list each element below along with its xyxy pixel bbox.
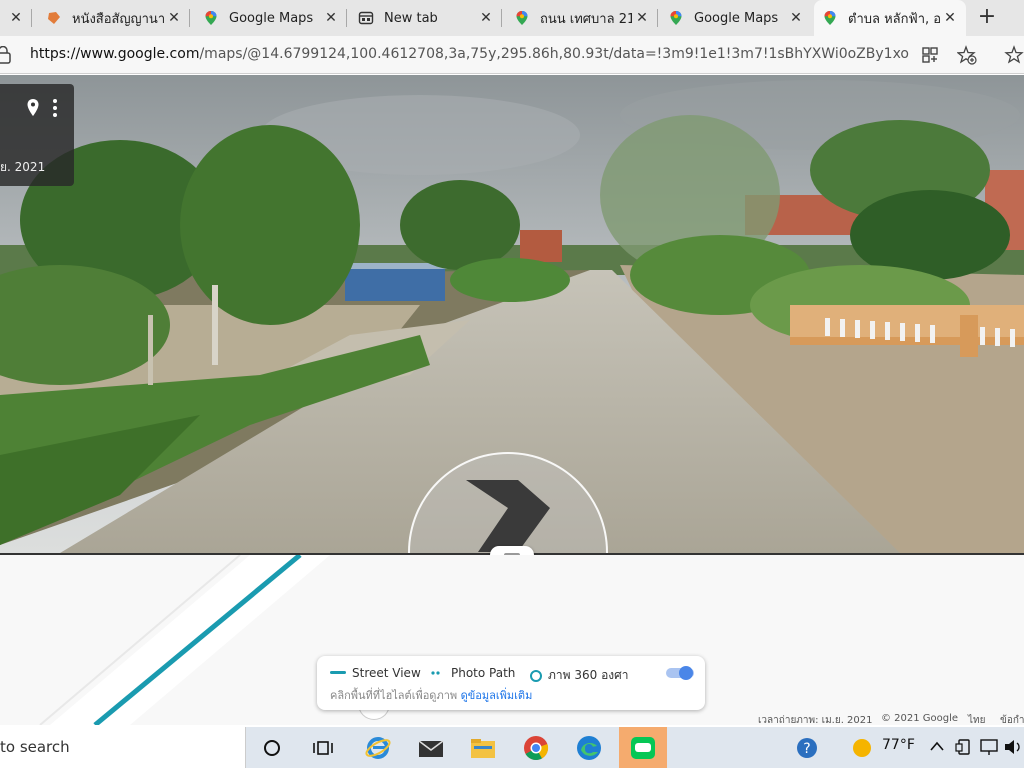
tab-partial[interactable]: ✕ [0, 0, 32, 36]
more-options-icon[interactable] [52, 98, 58, 118]
favorite-star-icon[interactable] [957, 45, 977, 65]
tab-active-location[interactable]: ตำบล หลักฟ้า, อ ✕ [814, 0, 966, 36]
tab-new-tab[interactable]: New tab ✕ [350, 0, 502, 36]
line-app-button[interactable] [619, 727, 667, 768]
legend-photo-path: Photo Path [431, 666, 515, 680]
circle-outline-icon [530, 669, 542, 682]
help-icon[interactable]: ? [796, 737, 818, 759]
favorites-icon[interactable] [1004, 45, 1024, 65]
cortana-button[interactable] [248, 727, 296, 768]
legend-hint: คลิกพื้นที่ที่ไฮไลต์เพื่อดูภาพ ดูข้อมูลเ… [330, 686, 532, 704]
cortana-circle-icon [264, 739, 280, 756]
legend-photo-path-label: Photo Path [451, 666, 516, 680]
tab-contract-document[interactable]: หนังสือสัญญานายหน้า ✕ [38, 0, 190, 36]
language-link[interactable]: ไทย [968, 713, 985, 728]
folder-icon [471, 738, 495, 758]
lock-icon[interactable] [0, 46, 16, 64]
tab-label: Google Maps [694, 10, 779, 26]
line-app-icon [631, 736, 655, 759]
tab-close-icon[interactable]: ✕ [164, 10, 184, 26]
address-bar: https://www.google.com/maps/@14.6799124,… [0, 36, 1024, 74]
tab-label: New tab [384, 10, 438, 26]
forward-arrow-icon[interactable] [462, 478, 552, 554]
tab-close-icon[interactable]: ✕ [632, 10, 652, 26]
mail-envelope-icon [418, 739, 444, 757]
url-path: /maps/@14.6799124,100.4612708,3a,75y,295… [199, 46, 910, 62]
capture-date: ย. 2021 [0, 160, 46, 174]
copyright-text: © 2021 Google [881, 713, 959, 724]
tab-label: หนังสือสัญญานายหน้า [72, 11, 164, 27]
street-view-info-card: ย. 2021 [0, 84, 74, 186]
maps-pin-icon [824, 11, 836, 25]
chrome-button[interactable] [512, 727, 560, 768]
internet-explorer-button[interactable] [354, 727, 402, 768]
tab-google-maps-1[interactable]: Google Maps ✕ [195, 0, 347, 36]
street-view-toggle[interactable] [665, 665, 695, 681]
capture-date-footer: เวลาถ่ายภาพ: เม.ย. 2021 [758, 715, 873, 726]
volume-icon[interactable] [1004, 738, 1024, 756]
device-icon[interactable] [955, 738, 973, 756]
tab-thesaban-road[interactable]: ถนน เทศบาล 21 ✕ [506, 0, 658, 36]
newtab-icon [358, 11, 374, 25]
tab-label: ถนน เทศบาล 21 [540, 11, 632, 27]
legend-street-view-label: Street View [352, 666, 421, 680]
weather-temperature[interactable]: 77°F [882, 737, 915, 753]
mail-button[interactable] [407, 727, 455, 768]
task-view-icon [313, 740, 333, 755]
tab-label: ตำบล หลักฟ้า, อ [848, 11, 940, 27]
tab-close-icon[interactable]: ✕ [321, 10, 341, 26]
search-placeholder: to search [0, 738, 70, 756]
taskbar-search-box[interactable]: to search [0, 727, 246, 768]
url-domain: https://www.google.com [30, 46, 200, 62]
windows-taskbar: to search ? 77°F [0, 727, 1024, 768]
svg-text:?: ? [803, 741, 810, 757]
legend-360-photo: ภาพ 360 องศา [529, 666, 629, 685]
network-icon[interactable] [979, 738, 999, 756]
maps-pin-icon [670, 11, 682, 25]
tab-close-icon[interactable]: ✕ [940, 10, 960, 26]
learn-more-link[interactable]: ดูข้อมูลเพิ่มเติม [461, 689, 533, 702]
tab-strip: ✕ หนังสือสัญญานายหน้า ✕ Google Maps ✕ Ne… [0, 0, 1024, 36]
url-field[interactable]: https://www.google.com/maps/@14.6799124,… [30, 46, 910, 62]
terms-link[interactable]: ข้อกำ [1000, 713, 1024, 728]
legend-street-view: Street View [330, 666, 421, 680]
chrome-icon [524, 735, 549, 760]
internet-explorer-icon [365, 736, 391, 759]
task-view-button[interactable] [299, 727, 347, 768]
legend-hint-text: คลิกพื้นที่ที่ไฮไลต์เพื่อดูภาพ [330, 689, 458, 702]
document-icon [48, 12, 60, 24]
file-explorer-button[interactable] [459, 727, 507, 768]
edge-button[interactable] [565, 727, 613, 768]
edge-icon [577, 735, 601, 760]
solid-line-icon [330, 671, 346, 674]
weather-sun-icon[interactable] [852, 738, 872, 758]
maps-pin-icon [516, 11, 528, 25]
tab-close-icon[interactable]: ✕ [6, 10, 26, 26]
maps-pin-icon [205, 11, 217, 25]
location-pin-icon[interactable] [26, 98, 40, 118]
tab-google-maps-2[interactable]: Google Maps ✕ [660, 0, 812, 36]
new-tab-button[interactable]: + [974, 4, 1000, 30]
tab-close-icon[interactable]: ✕ [476, 10, 496, 26]
chevron-up-icon[interactable] [930, 741, 944, 751]
street-view-coverage-line [93, 555, 302, 725]
street-view-legend: Street View Photo Path ภาพ 360 องศา คลิก… [317, 656, 705, 710]
tab-label: Google Maps [229, 10, 314, 26]
legend-360-label: ภาพ 360 องศา [548, 668, 629, 682]
collections-icon[interactable] [920, 45, 940, 65]
tab-close-icon[interactable]: ✕ [786, 10, 806, 26]
dotted-line-icon [431, 671, 440, 675]
